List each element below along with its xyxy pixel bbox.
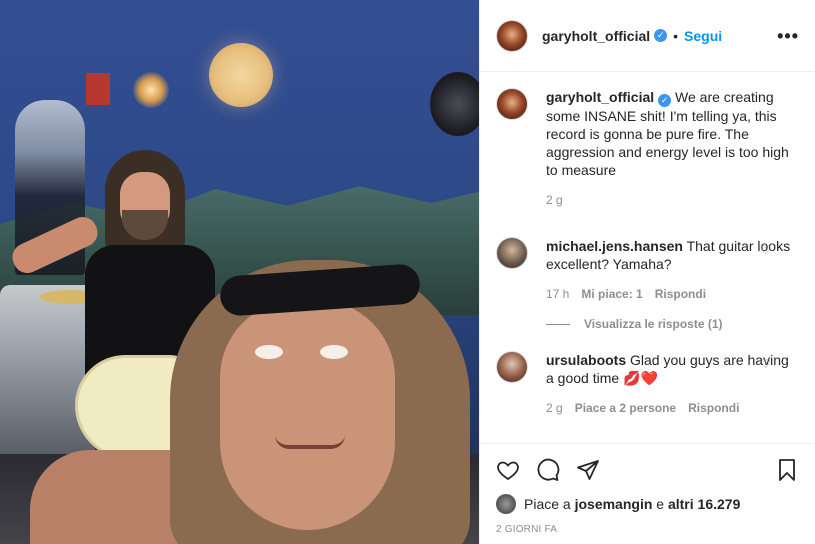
comment-time[interactable]: 17 h <box>546 285 569 303</box>
person-mouth <box>275 435 345 449</box>
header-separator: • <box>673 27 679 44</box>
caption-username[interactable]: garyholt_official <box>546 89 654 105</box>
author-avatar[interactable] <box>496 88 528 120</box>
more-options-icon[interactable]: ••• <box>777 26 799 47</box>
post-photo[interactable] <box>0 0 479 544</box>
view-replies-line <box>546 323 570 325</box>
photo-lamp <box>133 72 169 108</box>
photo-moon-light <box>209 43 273 107</box>
author-avatar[interactable] <box>496 19 528 52</box>
post-caption: garyholt_official ✓ We are creating some … <box>496 88 799 209</box>
post-actions: Piace a josemangin e altri 16.279 2 GIOR… <box>480 443 815 535</box>
comment-meta: 17 h Mi piace: 1 Rispondi <box>546 285 799 303</box>
comment-like-heart-icon[interactable]: ♡ <box>760 357 771 371</box>
verified-badge-icon: ✓ <box>658 94 672 107</box>
comment-bubble-icon[interactable] <box>536 458 560 482</box>
view-replies[interactable]: Visualizza le risposte (1) <box>546 317 799 331</box>
caption-time[interactable]: 2 g <box>546 191 563 209</box>
person-eye <box>255 345 283 359</box>
comment-item: michael.jens.hansen That guitar looks ex… <box>496 237 799 303</box>
commenter-avatar[interactable] <box>496 351 528 383</box>
likes-summary: Piace a josemangin e altri 16.279 <box>496 494 799 514</box>
view-replies-label[interactable]: Visualizza le risposte (1) <box>584 317 723 331</box>
bookmark-icon[interactable] <box>775 458 799 482</box>
post-side-panel: garyholt_official ✓ • Segui ••• garyholt… <box>479 0 815 544</box>
instagram-post: garyholt_official ✓ • Segui ••• garyholt… <box>0 0 815 544</box>
likes-prefix: Piace a <box>524 496 571 512</box>
post-timestamp[interactable]: 2 GIORNI FA <box>496 524 799 535</box>
comment-meta: 2 g Piace a 2 persone Rispondi <box>546 399 799 417</box>
person-eye <box>320 345 348 359</box>
like-heart-icon[interactable] <box>496 458 520 482</box>
follow-button[interactable]: Segui <box>684 28 722 44</box>
comment-emoji: 💋❤️ <box>623 370 658 386</box>
liker-avatar[interactable] <box>496 494 516 514</box>
action-icons <box>496 454 799 486</box>
reply-button[interactable]: Rispondi <box>655 285 706 303</box>
comment-item: ursulaboots Glad you guys are having a g… <box>496 351 799 417</box>
likes-others[interactable]: altri 16.279 <box>668 496 740 512</box>
caption-meta: 2 g <box>546 191 799 209</box>
reply-button[interactable]: Rispondi <box>688 399 739 417</box>
author-username[interactable]: garyholt_official <box>542 28 650 44</box>
comment-likes[interactable]: Mi piace: 1 <box>581 285 642 303</box>
post-header: garyholt_official ✓ • Segui ••• <box>480 0 815 72</box>
comment-likes[interactable]: Piace a 2 persone <box>575 399 676 417</box>
comment-username[interactable]: michael.jens.hansen <box>546 238 683 254</box>
comment-like-heart-icon[interactable]: ♡ <box>760 243 771 257</box>
commenter-avatar[interactable] <box>496 237 528 269</box>
comment-username[interactable]: ursulaboots <box>546 352 626 368</box>
liker-username[interactable]: josemangin <box>575 496 653 512</box>
photo-person-foreground <box>30 250 479 544</box>
photo-speaker <box>430 72 479 136</box>
person-face <box>220 300 395 530</box>
comments-list[interactable]: garyholt_official ✓ We are creating some … <box>480 72 815 446</box>
comment-time[interactable]: 2 g <box>546 399 563 417</box>
likes-middle: e <box>656 496 665 512</box>
photo-red-sign <box>86 73 110 105</box>
verified-badge-icon: ✓ <box>654 29 668 42</box>
share-plane-icon[interactable] <box>576 458 600 482</box>
